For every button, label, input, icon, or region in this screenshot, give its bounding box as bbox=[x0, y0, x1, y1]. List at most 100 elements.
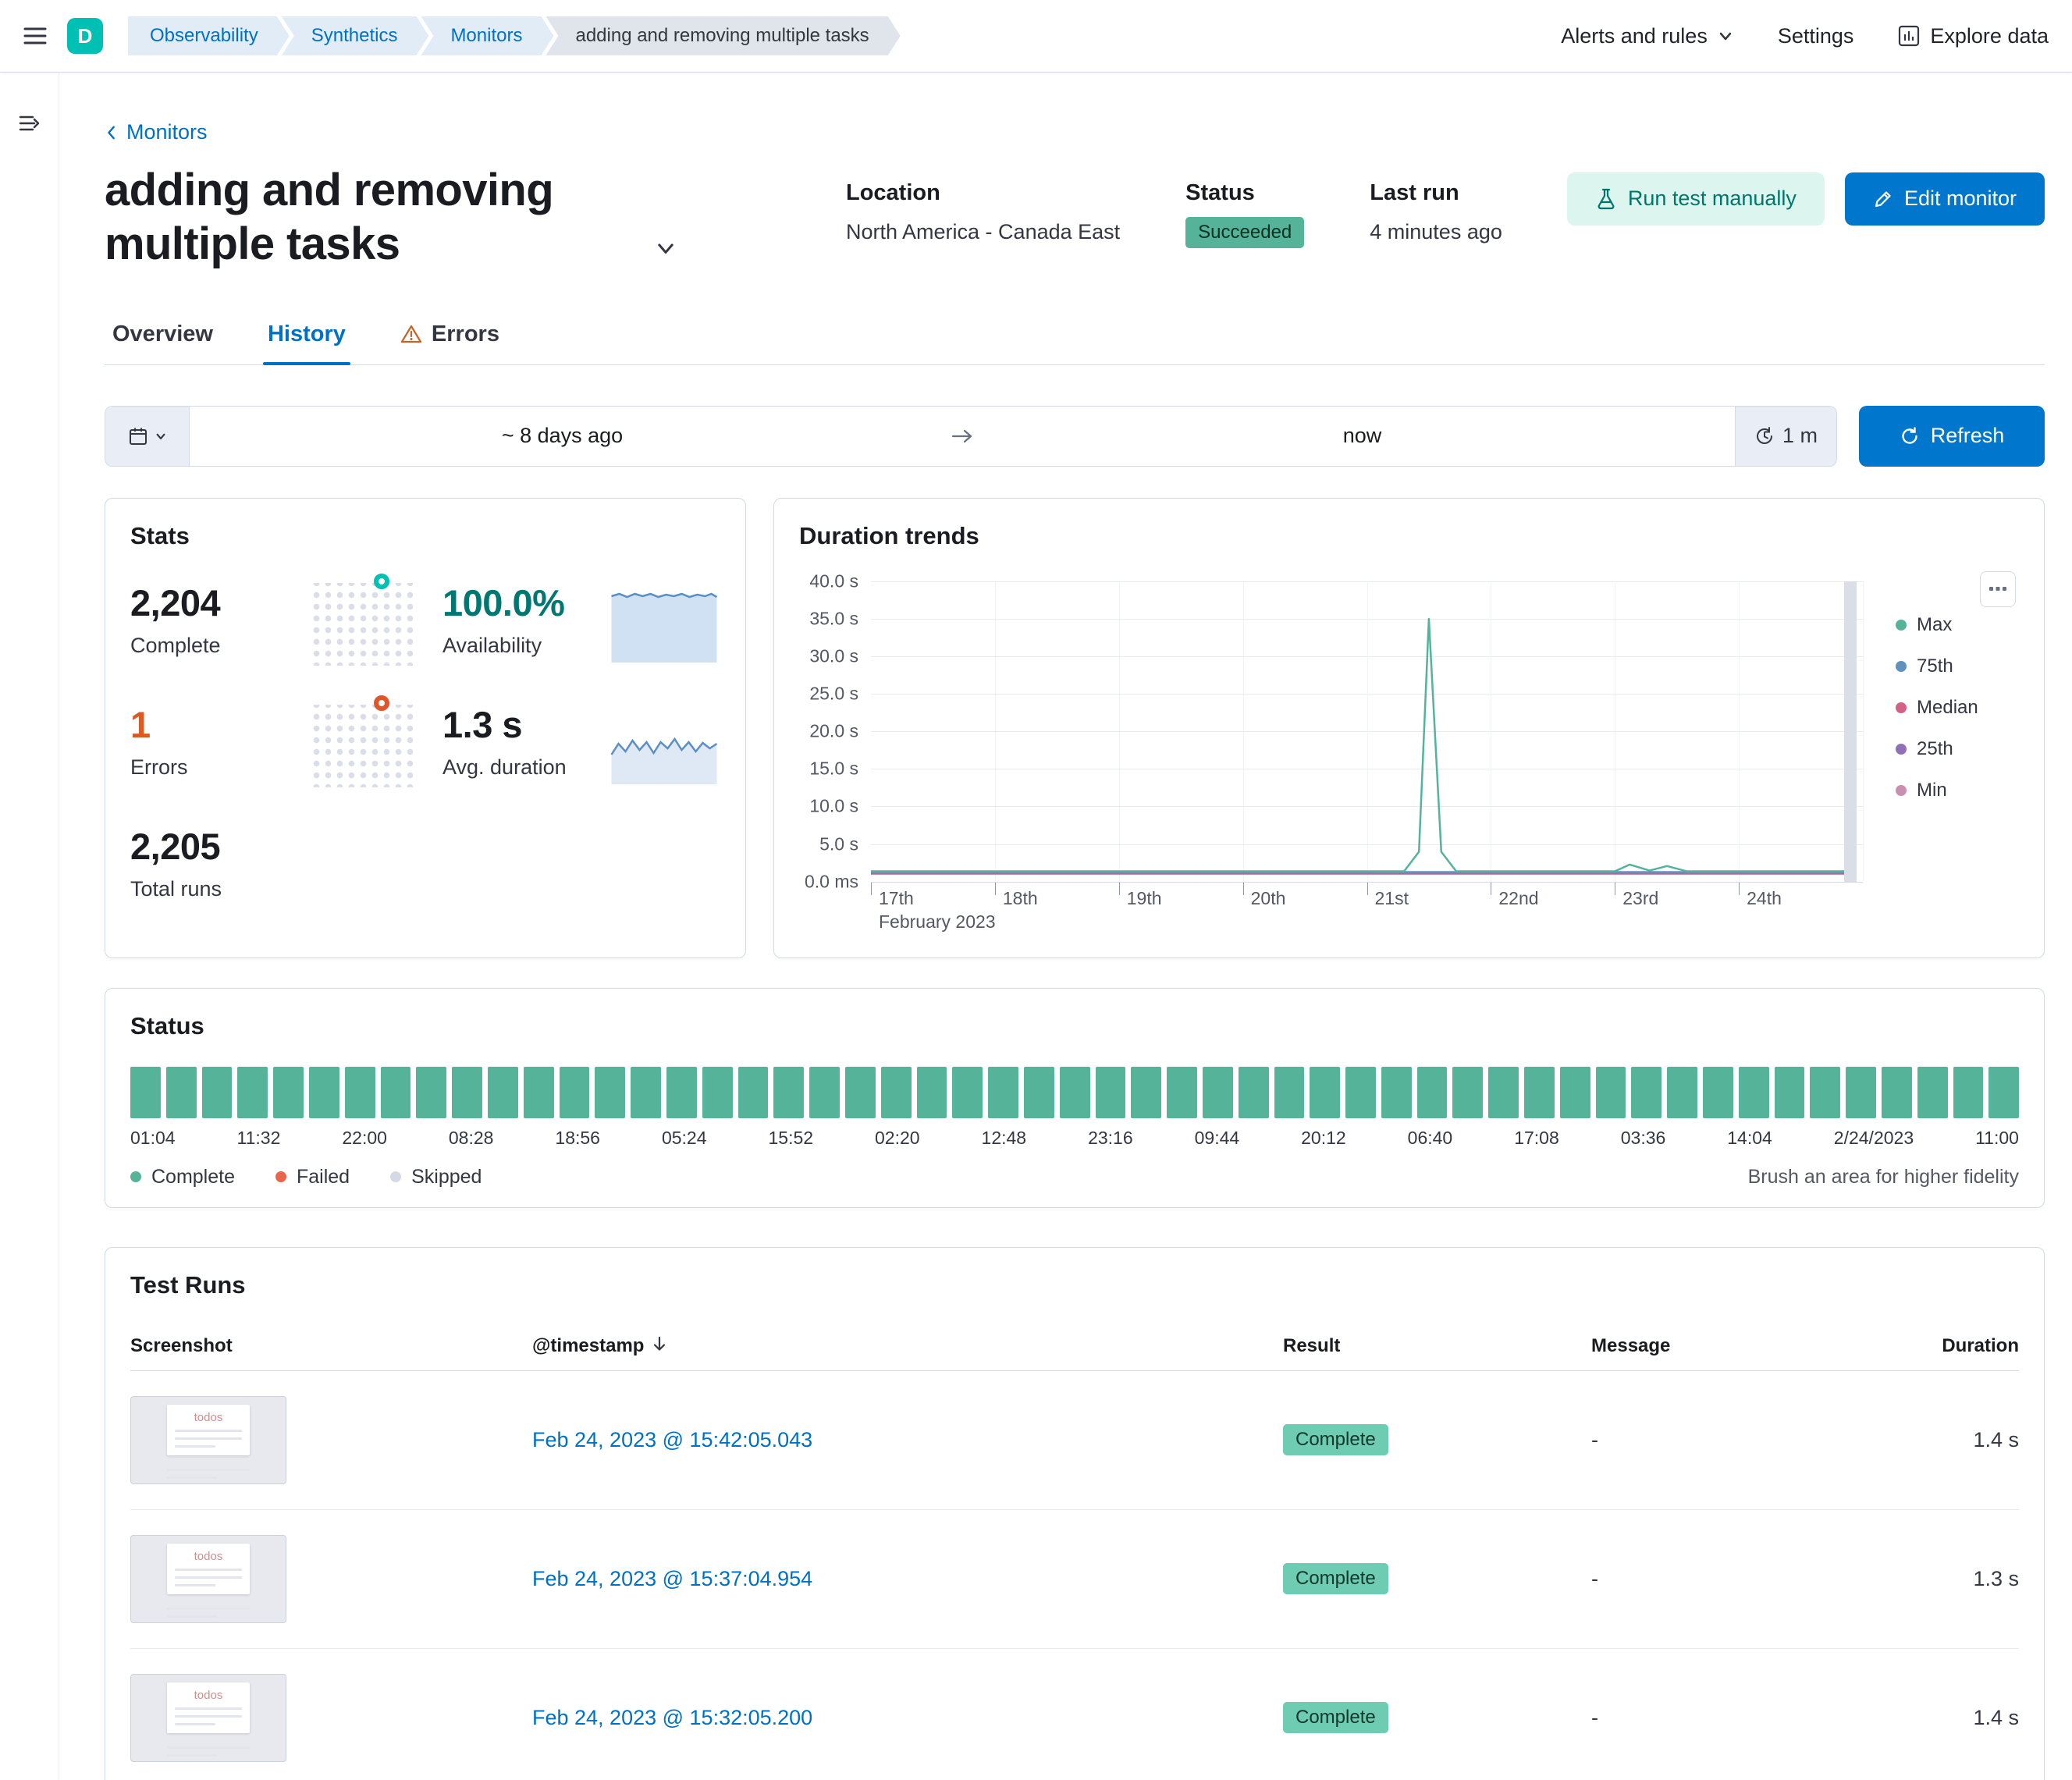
quick-select-button[interactable] bbox=[105, 407, 190, 466]
y-axis-label: 20.0 s bbox=[809, 721, 858, 742]
date-range-end[interactable]: now bbox=[990, 407, 1735, 466]
breadcrumb-item[interactable]: Monitors bbox=[421, 16, 553, 55]
status-x-label: 2/24/2023 bbox=[1834, 1128, 1914, 1149]
alerts-and-rules-dropdown[interactable]: Alerts and rules bbox=[1561, 24, 1734, 48]
status-bar bbox=[202, 1067, 233, 1118]
y-axis-label: 40.0 s bbox=[809, 570, 858, 592]
explore-data-icon bbox=[1897, 24, 1921, 48]
expand-sidebar-button[interactable] bbox=[17, 109, 42, 137]
refresh-button[interactable]: Refresh bbox=[1859, 406, 2045, 467]
edit-monitor-button[interactable]: Edit monitor bbox=[1845, 172, 2045, 226]
tab-overview[interactable]: Overview bbox=[108, 322, 218, 364]
testruns-body: todosFeb 24, 2023 @ 15:42:05.043Complete… bbox=[130, 1371, 2019, 1780]
collapsed-sidebar bbox=[0, 73, 59, 1780]
stat-complete-label: Complete bbox=[130, 634, 310, 658]
test-runs-title: Test Runs bbox=[130, 1271, 2019, 1299]
status-x-label: 11:32 bbox=[237, 1128, 281, 1149]
y-axis-label: 0.0 ms bbox=[805, 871, 858, 892]
flask-icon bbox=[1595, 187, 1617, 211]
chevron-down-icon bbox=[654, 236, 677, 260]
screenshot-cell: todos bbox=[130, 1396, 532, 1484]
calendar-icon bbox=[128, 426, 148, 446]
column-header-screenshot: Screenshot bbox=[130, 1335, 532, 1357]
status-bar bbox=[666, 1067, 697, 1118]
run-test-manually-button[interactable]: Run test manually bbox=[1567, 172, 1825, 226]
monitor-select-button[interactable] bbox=[654, 236, 677, 264]
stat-total-runs-value: 2,205 bbox=[130, 825, 310, 868]
message-cell: - bbox=[1591, 1706, 1864, 1730]
legend-item-min[interactable]: Min bbox=[1896, 780, 2019, 801]
legend-dot bbox=[130, 1171, 141, 1182]
boxes-horizontal-icon bbox=[1988, 579, 2008, 599]
back-link[interactable]: Monitors bbox=[105, 120, 208, 144]
legend-item-median[interactable]: Median bbox=[1896, 697, 2019, 719]
status-bar bbox=[1274, 1067, 1305, 1118]
edit-monitor-label: Edit monitor bbox=[1904, 187, 2017, 211]
status-bar bbox=[1882, 1067, 1912, 1118]
duration-chart: 40.0 s35.0 s30.0 s25.0 s20.0 s15.0 s10.0… bbox=[799, 581, 2019, 932]
duration-plot[interactable] bbox=[871, 581, 1863, 882]
message-cell: - bbox=[1591, 1428, 1864, 1452]
screenshot-cell: todos bbox=[130, 1674, 532, 1762]
chart-options-button[interactable] bbox=[1980, 571, 2016, 607]
stat-avg-duration-value: 1.3 s bbox=[442, 703, 610, 746]
refresh-label: Refresh bbox=[1931, 424, 2005, 448]
stat-total-runs-label: Total runs bbox=[130, 877, 310, 901]
caret-down-icon bbox=[155, 430, 167, 442]
status-x-label: 05:24 bbox=[662, 1128, 707, 1149]
legend-item-25th[interactable]: 25th bbox=[1896, 738, 2019, 760]
status-x-label: 17:08 bbox=[1514, 1128, 1559, 1149]
status-x-labels: 01:0411:3222:0008:2818:5605:2415:5202:20… bbox=[130, 1128, 2019, 1149]
screenshot-thumbnail[interactable]: todos bbox=[130, 1535, 286, 1623]
status-x-label: 15:52 bbox=[768, 1128, 813, 1149]
status-histogram[interactable] bbox=[130, 1067, 2019, 1118]
test-run-timestamp-link[interactable]: Feb 24, 2023 @ 15:32:05.200 bbox=[532, 1706, 812, 1729]
status-bar bbox=[809, 1067, 840, 1118]
date-range-start[interactable]: ~ 8 days ago bbox=[190, 407, 935, 466]
column-header-timestamp[interactable]: @timestamp bbox=[532, 1335, 1283, 1358]
test-run-timestamp-link[interactable]: Feb 24, 2023 @ 15:42:05.043 bbox=[532, 1428, 812, 1451]
tab-errors[interactable]: Errors bbox=[396, 322, 504, 364]
status-bar bbox=[1345, 1067, 1376, 1118]
avg-duration-sparkline bbox=[610, 706, 718, 784]
x-axis-label: 18th bbox=[995, 888, 1038, 909]
back-link-label: Monitors bbox=[126, 120, 208, 144]
screenshot-thumbnail[interactable]: todos bbox=[130, 1396, 286, 1484]
test-run-timestamp-link[interactable]: Feb 24, 2023 @ 15:37:04.954 bbox=[532, 1567, 812, 1590]
hamburger-menu-button[interactable] bbox=[23, 26, 47, 46]
page-title: adding and removing multiple tasks bbox=[105, 163, 635, 272]
legend-dot bbox=[1896, 785, 1907, 796]
refresh-interval-button[interactable]: 1 m bbox=[1735, 407, 1836, 466]
status-bar bbox=[1596, 1067, 1626, 1118]
last-run-value: 4 minutes ago bbox=[1370, 220, 1502, 244]
legend-dot bbox=[275, 1171, 286, 1182]
status-bar bbox=[1239, 1067, 1269, 1118]
status-bar bbox=[345, 1067, 375, 1118]
status-bar bbox=[488, 1067, 518, 1118]
legend-item-75th[interactable]: 75th bbox=[1896, 656, 2019, 677]
tab-history[interactable]: History bbox=[263, 322, 350, 364]
status-bar bbox=[1203, 1067, 1233, 1118]
status-bar bbox=[1917, 1067, 1948, 1118]
status-bar bbox=[1381, 1067, 1412, 1118]
status-title: Status bbox=[130, 1012, 2019, 1040]
arrow-right-icon bbox=[951, 428, 973, 444]
status-legend: CompleteFailedSkipped bbox=[130, 1166, 522, 1188]
status-footer: CompleteFailedSkipped Brush an area for … bbox=[130, 1166, 2019, 1188]
status-bar bbox=[273, 1067, 304, 1118]
status-bar bbox=[1703, 1067, 1733, 1118]
status-bar bbox=[917, 1067, 947, 1118]
screenshot-thumbnail[interactable]: todos bbox=[130, 1674, 286, 1762]
explore-data-link[interactable]: Explore data bbox=[1897, 24, 2049, 48]
status-x-label: 12:48 bbox=[982, 1128, 1027, 1149]
top-header: D ObservabilitySyntheticsMonitorsadding … bbox=[0, 0, 2072, 73]
duration-x-axis: February 2023 17th18th19th20th21st22nd23… bbox=[871, 882, 1863, 932]
test-run-row: todosFeb 24, 2023 @ 15:42:05.043Complete… bbox=[130, 1371, 2019, 1510]
breadcrumb-item[interactable]: Observability bbox=[128, 16, 290, 55]
legend-item-max[interactable]: Max bbox=[1896, 614, 2019, 636]
stat-errors-label: Errors bbox=[130, 755, 310, 780]
breadcrumb-item[interactable]: Synthetics bbox=[282, 16, 429, 55]
settings-link[interactable]: Settings bbox=[1778, 24, 1854, 48]
status-label: Status bbox=[1185, 180, 1304, 206]
space-avatar[interactable]: D bbox=[67, 18, 103, 54]
